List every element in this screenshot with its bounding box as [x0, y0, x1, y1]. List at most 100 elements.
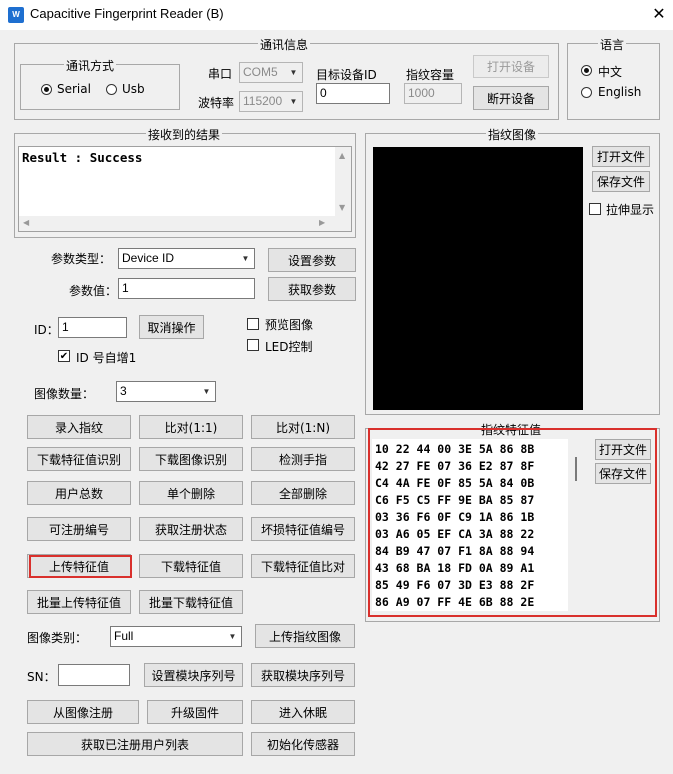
chevron-down-icon: ▼ — [228, 632, 237, 641]
language-label: 语言 — [598, 36, 627, 53]
auto-increment-checkbox[interactable]: ✔ — [58, 350, 70, 362]
fingerprint-image — [373, 147, 583, 410]
enroll-button[interactable]: 录入指纹 — [27, 415, 131, 439]
hex-row: 85 49 F6 07 3D E3 88 2F — [375, 578, 535, 592]
feature-splitter[interactable] — [575, 457, 577, 481]
port-label: 串口 — [208, 67, 233, 81]
image-save-file-button[interactable]: 保存文件 — [592, 171, 650, 192]
feature-hex-view[interactable]: 10 22 44 00 3E 5A 86 8B 42 27 FE 07 36 E… — [372, 439, 568, 611]
batch-upload-button[interactable]: 批量上传特征值 — [27, 590, 131, 614]
match-1-1-button[interactable]: 比对(1:1) — [139, 415, 243, 439]
hex-row: 42 27 FE 07 36 E2 87 8F — [375, 459, 535, 473]
auto-increment-label: ID 号自增1 — [76, 351, 137, 365]
detect-finger-button[interactable]: 检测手指 — [251, 447, 355, 471]
download-feature-button[interactable]: 下载特征值 — [139, 554, 243, 578]
chevron-down-icon: ▼ — [289, 68, 298, 77]
get-user-list-button[interactable]: 获取已注册用户列表 — [27, 732, 243, 756]
register-from-image-button[interactable]: 从图像注册 — [27, 700, 139, 724]
enter-sleep-button[interactable]: 进入休眠 — [251, 700, 355, 724]
preview-label: 预览图像 — [265, 318, 314, 332]
upload-feature-highlight — [29, 555, 132, 578]
param-value-label: 参数值： — [69, 284, 118, 298]
set-sn-button[interactable]: 设置模块序列号 — [144, 663, 243, 687]
get-sn-button[interactable]: 获取模块序列号 — [251, 663, 355, 687]
user-total-button[interactable]: 用户总数 — [27, 481, 131, 505]
app-icon: W — [8, 7, 24, 23]
capacity-field: 1000 — [404, 83, 462, 104]
delete-single-button[interactable]: 单个删除 — [139, 481, 243, 505]
hex-row: 86 A9 07 FF 4E 6B 88 2E — [375, 595, 535, 609]
enrollable-number-button[interactable]: 可注册编号 — [27, 517, 131, 541]
chinese-label: 中文 — [598, 65, 623, 79]
preview-checkbox[interactable] — [247, 318, 259, 330]
serial-label: Serial — [57, 82, 91, 96]
chevron-down-icon: ▼ — [241, 254, 250, 263]
feature-open-file-button[interactable]: 打开文件 — [595, 439, 651, 460]
image-type-label: 图像类别： — [27, 631, 88, 645]
bad-feature-number-button[interactable]: 坏损特征值编号 — [251, 517, 355, 541]
close-icon[interactable]: ✕ — [648, 3, 670, 25]
comm-group-label: 通讯信息 — [258, 36, 311, 53]
delete-all-button[interactable]: 全部删除 — [251, 481, 355, 505]
hex-row: C6 F5 C5 FF 9E BA 85 87 — [375, 493, 535, 507]
stretch-label: 拉伸显示 — [606, 203, 655, 217]
scroll-right-icon: ▶ — [319, 218, 326, 227]
image-count-select[interactable]: 3 ▼ — [116, 381, 216, 402]
image-count-label: 图像数量： — [34, 387, 95, 401]
image-open-file-button[interactable]: 打开文件 — [592, 146, 650, 167]
param-type-select[interactable]: Device ID ▼ — [118, 248, 255, 269]
image-group-label: 指纹图像 — [486, 126, 539, 143]
sn-input[interactable] — [58, 664, 130, 686]
cancel-operation-button[interactable]: 取消操作 — [139, 315, 204, 339]
match-1-n-button[interactable]: 比对(1:N) — [251, 415, 355, 439]
scroll-up-icon: ▲ — [339, 151, 346, 160]
id-input[interactable]: 1 — [58, 317, 127, 338]
target-id-label: 目标设备ID — [316, 68, 377, 82]
param-value-input[interactable]: 1 — [118, 278, 255, 299]
download-feature-identify-button[interactable]: 下载特征值识别 — [27, 447, 131, 471]
comm-mode-label: 通讯方式 — [64, 57, 117, 74]
hex-row: 43 68 BA 18 FD 0A 89 A1 — [375, 561, 535, 575]
download-image-identify-button[interactable]: 下载图像识别 — [139, 447, 243, 471]
get-param-button[interactable]: 获取参数 — [268, 277, 356, 301]
hex-row: C4 4A FE 0F 85 5A 84 0B — [375, 476, 535, 490]
result-hscrollbar[interactable]: ◀ ▶ — [19, 216, 351, 231]
language-group — [567, 43, 660, 120]
window-title: Capacitive Fingerprint Reader (B) — [30, 6, 224, 21]
upload-fp-image-button[interactable]: 上传指纹图像 — [255, 624, 355, 648]
hex-row: 03 A6 05 EF CA 3A 88 22 — [375, 527, 535, 541]
english-radio[interactable] — [581, 87, 592, 98]
baud-label: 波特率 — [198, 96, 235, 110]
chevron-down-icon: ▼ — [202, 387, 211, 396]
target-id-input[interactable]: 0 — [316, 83, 390, 104]
port-select[interactable]: COM5 ▼ — [239, 62, 303, 83]
usb-label: Usb — [122, 82, 145, 96]
english-label: English — [598, 85, 642, 99]
batch-download-button[interactable]: 批量下载特征值 — [139, 590, 243, 614]
get-enroll-status-button[interactable]: 获取注册状态 — [139, 517, 243, 541]
set-param-button[interactable]: 设置参数 — [268, 248, 356, 272]
init-sensor-button[interactable]: 初始化传感器 — [251, 732, 355, 756]
stretch-checkbox[interactable] — [589, 203, 601, 215]
download-feature-compare-button[interactable]: 下载特征值比对 — [251, 554, 355, 578]
result-vscrollbar[interactable]: ▲ ▼ — [335, 147, 351, 217]
hex-row: 84 B9 47 07 F1 8A 88 94 — [375, 544, 535, 558]
sn-label: SN： — [27, 670, 56, 684]
led-label: LED控制 — [265, 340, 313, 354]
feature-save-file-button[interactable]: 保存文件 — [595, 463, 651, 484]
image-type-select[interactable]: Full ▼ — [110, 626, 242, 647]
upgrade-firmware-button[interactable]: 升级固件 — [147, 700, 243, 724]
led-checkbox[interactable] — [247, 339, 259, 351]
result-textarea[interactable]: Result : Success ▲ ▼ ◀ ▶ — [18, 146, 352, 232]
result-label: 接收到的结果 — [146, 126, 223, 143]
open-device-button[interactable]: 打开设备 — [473, 55, 549, 78]
baud-select[interactable]: 115200 ▼ — [239, 91, 303, 112]
chinese-radio[interactable] — [581, 65, 592, 76]
usb-radio[interactable] — [106, 84, 117, 95]
scroll-left-icon: ◀ — [23, 218, 30, 227]
close-device-button[interactable]: 断开设备 — [473, 86, 549, 110]
hex-row: 10 22 44 00 3E 5A 86 8B — [375, 442, 535, 456]
scroll-down-icon: ▼ — [339, 203, 346, 212]
result-text: Result : Success — [22, 150, 143, 165]
serial-radio[interactable] — [41, 84, 52, 95]
